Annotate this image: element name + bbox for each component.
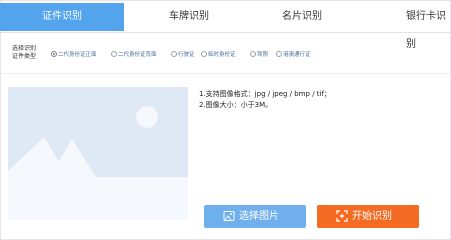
radio-temp-id[interactable]: 临时身份证 bbox=[201, 51, 236, 59]
tab-bar: 证件识别 车牌识别 名片识别 银行卡识别 bbox=[0, 0, 451, 50]
tab-plate-recognition[interactable]: 车牌识别 bbox=[134, 3, 244, 31]
radio-dot-icon bbox=[171, 51, 177, 57]
radio-driving-license[interactable]: 行驶证 bbox=[171, 51, 195, 59]
radio-dot-icon bbox=[111, 51, 117, 57]
radio-dot-icon bbox=[201, 51, 207, 57]
image-icon bbox=[223, 211, 235, 221]
id-type-selector: 选择识别 证件类型 二代身份证正面 二代身份证背面 行驶证 临时身份证 驾照 港… bbox=[0, 33, 451, 74]
id-type-label: 选择识别 证件类型 bbox=[12, 45, 37, 60]
select-image-button[interactable]: 选择图片 bbox=[204, 205, 306, 228]
radio-dot-icon bbox=[250, 51, 256, 57]
image-preview-area bbox=[8, 87, 188, 220]
radio-dot-icon bbox=[276, 51, 282, 57]
radio-dot-icon bbox=[51, 51, 57, 57]
image-placeholder-icon bbox=[8, 87, 188, 220]
start-recognition-button[interactable]: 开始识别 bbox=[317, 205, 419, 228]
requirement-format: 1.支持图像格式：jpg / jpeg / bmp / tif； bbox=[199, 90, 331, 98]
tab-bankcard-recognition[interactable]: 银行卡识别 bbox=[378, 3, 451, 50]
tab-id-recognition[interactable]: 证件识别 bbox=[0, 3, 124, 31]
radio-hk-macau-pass[interactable]: 港澳通行证 bbox=[276, 51, 311, 59]
radio-id-back[interactable]: 二代身份证背面 bbox=[111, 51, 157, 59]
radio-drivers-license[interactable]: 驾照 bbox=[250, 51, 268, 59]
upload-requirements: 1.支持图像格式：jpg / jpeg / bmp / tif； 2.图像大小：… bbox=[199, 89, 331, 111]
radio-id-front[interactable]: 二代身份证正面 bbox=[51, 51, 97, 59]
requirement-size: 2.图像大小：小于3M。 bbox=[199, 101, 273, 109]
tab-card-recognition[interactable]: 名片识别 bbox=[247, 3, 357, 31]
scan-icon bbox=[336, 210, 348, 222]
